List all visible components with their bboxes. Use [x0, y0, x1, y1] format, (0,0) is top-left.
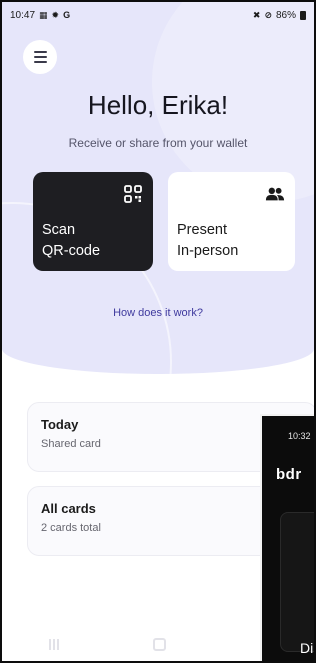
recent-apps-icon[interactable]	[49, 638, 60, 650]
overlay-panel	[280, 512, 314, 652]
mute-icon: ✖	[252, 9, 261, 20]
phone-screen: 10:47 ▦ ✹ G ✖ ⊘ 86% Hello, Erika! Receiv…	[0, 0, 316, 663]
message-icon: ▦	[39, 9, 48, 20]
battery-percent: 86%	[275, 9, 296, 21]
scan-label-line2: QR-code	[42, 243, 101, 259]
how-does-it-work-link[interactable]: How does it work?	[2, 307, 314, 319]
hamburger-menu-icon[interactable]	[23, 40, 57, 74]
scan-qr-button[interactable]: Scan QR-code	[33, 172, 153, 271]
overlay-logo: bdr	[276, 466, 302, 483]
page-subtitle: Receive or share from your wallet	[68, 136, 248, 150]
gear-icon: ✹	[51, 9, 60, 20]
present-label-line2: In-person	[177, 243, 239, 259]
present-in-person-button[interactable]: Present In-person	[168, 172, 295, 271]
status-bar: 10:47 ▦ ✹ G ✖ ⊘ 86%	[2, 2, 314, 28]
people-icon	[265, 184, 285, 204]
scan-label-line1: Scan	[42, 222, 76, 238]
qr-scan-icon	[123, 184, 143, 204]
do-not-disturb-icon: ⊘	[264, 9, 272, 20]
overlay-time: 10:32	[288, 431, 311, 441]
home-icon[interactable]	[153, 637, 167, 651]
status-time: 10:47	[10, 9, 36, 21]
present-label-line1: Present	[177, 222, 227, 238]
page-title: Hello, Erika!	[87, 90, 229, 120]
battery-icon	[300, 10, 306, 20]
overlay-bottom-text: Di	[300, 640, 314, 656]
overlay-app-window[interactable]: 10:32 bdr Di	[260, 414, 314, 661]
google-icon: G	[63, 10, 71, 20]
